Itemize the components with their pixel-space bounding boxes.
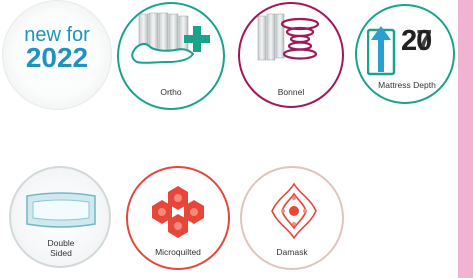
new-for-2022-badge: new for 2022 [2, 0, 112, 110]
feature-microquilted: Microquilted [126, 166, 230, 270]
damask-pattern-icon [271, 182, 317, 240]
feature-label: Damask [276, 247, 308, 257]
microquilted-pattern-icon [152, 186, 204, 238]
bonnel-coil-spring-icon [257, 13, 320, 61]
promo-year: 2022 [25, 42, 89, 73]
feature-label: Ortho [160, 87, 182, 97]
feature-bonnel: Bonnel [238, 2, 344, 108]
feature-label: Mattress Depth [378, 80, 436, 90]
depth-value-front: 27 [401, 25, 432, 57]
feature-damask: Damask [240, 166, 344, 270]
feature-label: Double Sided [47, 238, 75, 258]
feature-ortho: Ortho [117, 2, 225, 110]
double-sided-mattress-icon [26, 192, 96, 228]
feature-label: Bonnel [277, 87, 305, 97]
ortho-spring-plus-icon [131, 12, 210, 64]
feature-label: Microquilted [155, 247, 201, 257]
feature-mattress-depth: 20 27 Mattress Depth [355, 4, 455, 104]
feature-double-sided: Double Sided [9, 166, 111, 268]
accent-side-bar [458, 0, 473, 278]
